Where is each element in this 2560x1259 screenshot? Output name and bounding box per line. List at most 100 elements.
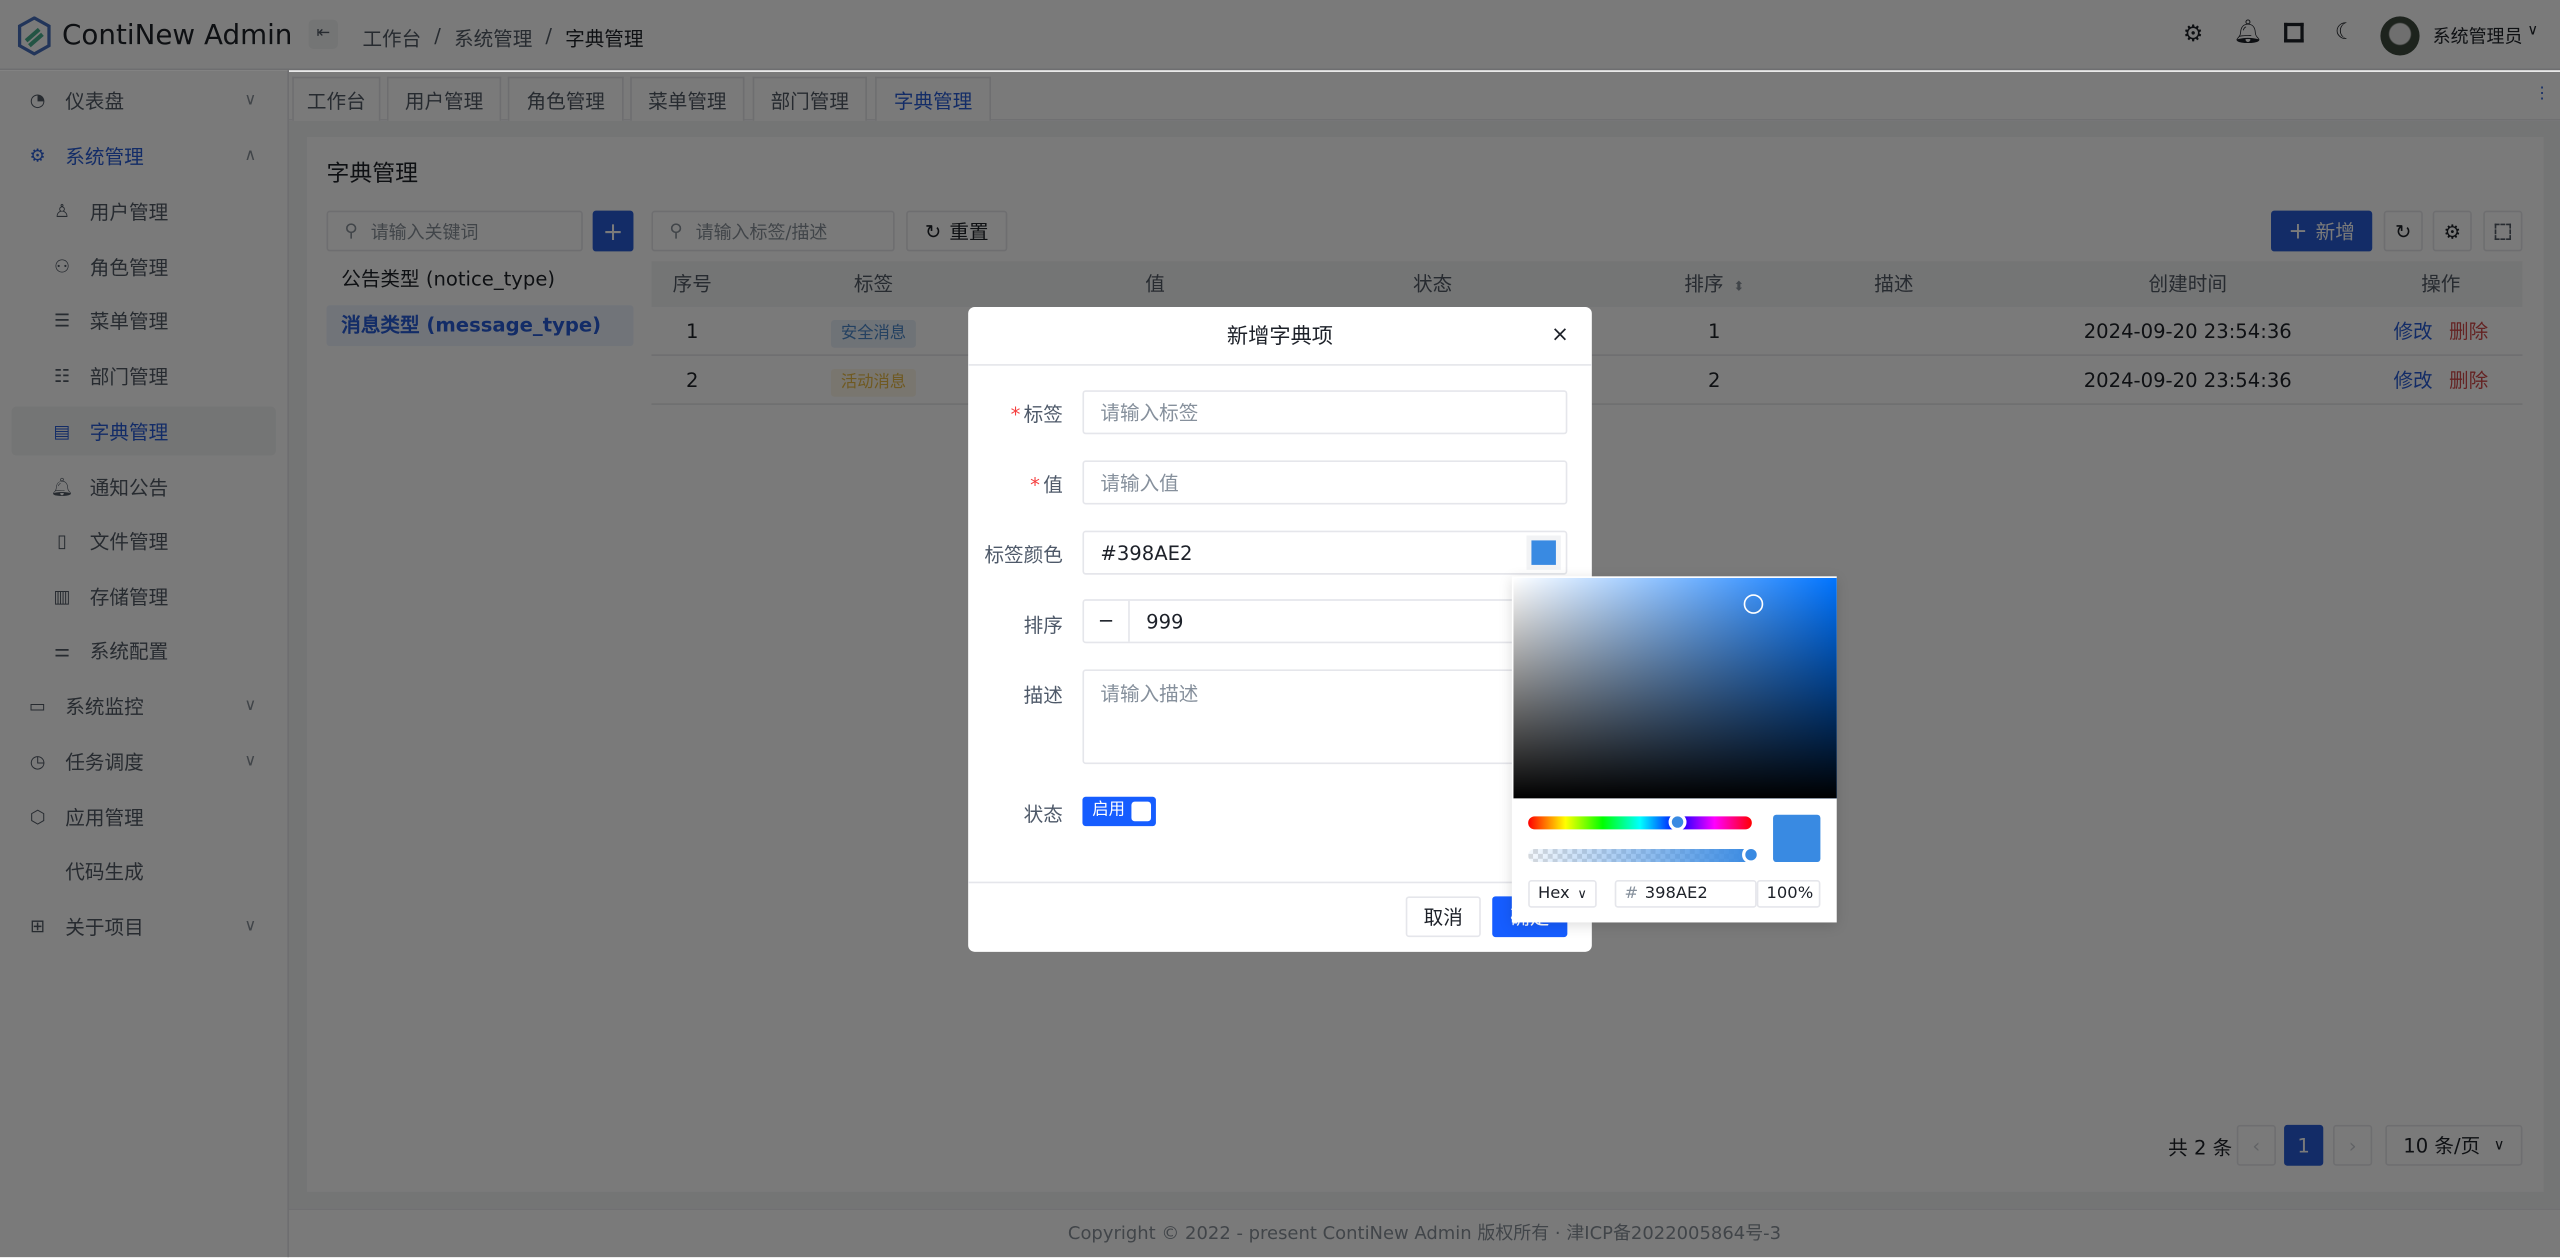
- pagination-total: 共 2 条: [2168, 1136, 2233, 1160]
- sidebar-item-label: 系统配置: [89, 639, 169, 663]
- prev-page-button[interactable]: ‹: [2236, 1124, 2276, 1166]
- plus-icon: +: [2288, 217, 2308, 245]
- cancel-button[interactable]: 取消: [1405, 896, 1481, 938]
- sidebar-item-13[interactable]: ⬡ 应用管理: [11, 792, 275, 841]
- sidebar-item-label: 系统监控: [65, 694, 144, 718]
- gear-icon[interactable]: ⚙: [2183, 21, 2204, 47]
- column-header: 操作: [2421, 272, 2461, 296]
- add-item-button[interactable]: + 新增: [2271, 210, 2373, 252]
- sidebar-item-4[interactable]: ☰ 菜单管理: [11, 296, 275, 345]
- page-size-select[interactable]: 10 条/页 ∨: [2385, 1124, 2523, 1166]
- sidebar-item-6[interactable]: ▤ 字典管理: [11, 406, 276, 456]
- fullscreen-icon[interactable]: [2284, 22, 2304, 43]
- dict-list-item[interactable]: 消息类型 (message_type): [326, 305, 634, 347]
- dict-list-item[interactable]: 公告类型 (notice_type): [327, 260, 634, 301]
- close-icon[interactable]: ×: [1551, 323, 1569, 347]
- chevron-down-icon: ∨: [1577, 886, 1587, 902]
- add-dict-button[interactable]: +: [592, 210, 634, 252]
- chevron-up-icon: ∧: [244, 146, 257, 165]
- user-name[interactable]: 系统管理员: [2433, 23, 2523, 49]
- hue-thumb[interactable]: [1668, 813, 1687, 832]
- status-toggle[interactable]: 启用: [1082, 796, 1156, 827]
- sidebar-item-14[interactable]: 代码生成: [11, 846, 275, 895]
- sidebar-item-5[interactable]: ☷ 部门管理: [11, 351, 275, 400]
- sidebar-item-10[interactable]: ⚌ 系统配置: [11, 625, 275, 674]
- alpha-thumb[interactable]: [1742, 845, 1760, 864]
- avatar[interactable]: [2380, 16, 2420, 56]
- alpha-slider[interactable]: [1528, 845, 1760, 864]
- next-page-button[interactable]: ›: [2333, 1124, 2373, 1166]
- sidebar-item-label: 通知公告: [89, 475, 169, 499]
- saturation-cursor[interactable]: [1743, 594, 1764, 614]
- item-search-input[interactable]: ⚲ 请输入标签/描述: [651, 210, 895, 252]
- sidebar-item-0[interactable]: ◔ 仪表盘 ∨: [11, 75, 275, 124]
- modal-title: 新增字典项: [968, 307, 1592, 366]
- monitor-icon: ▭: [29, 694, 47, 716]
- color-input[interactable]: #398AE2: [1082, 530, 1568, 575]
- hue-slider[interactable]: [1528, 813, 1752, 832]
- desc-textarea[interactable]: 请输入描述: [1082, 669, 1568, 765]
- moon-icon[interactable]: ☾: [2335, 20, 2356, 46]
- chevron-down-icon: ∨: [2493, 1137, 2505, 1154]
- column-settings-button[interactable]: ⚙: [2432, 210, 2472, 252]
- sidebar-item-label: 系统管理: [65, 144, 144, 168]
- column-header: 值: [1145, 272, 1165, 296]
- sidebar-item-8[interactable]: ▯ 文件管理: [11, 516, 275, 565]
- breadcrumb-item[interactable]: 系统管理: [454, 24, 532, 52]
- logo[interactable]: ContiNew Admin: [16, 16, 292, 56]
- fullscreen-button[interactable]: [2483, 210, 2523, 252]
- status-field-label: 状态: [1023, 803, 1063, 827]
- delete-link[interactable]: 删除: [2449, 320, 2488, 343]
- tab-1[interactable]: 用户管理: [386, 76, 502, 121]
- sidebar-item-9[interactable]: ▥ 存储管理: [11, 571, 275, 620]
- color-preview: [1773, 814, 1821, 863]
- fullscreen-icon: [2494, 222, 2512, 240]
- color-picker-popup: Hex ∨ #398AE2 100%: [1511, 576, 1837, 923]
- refresh-icon: ↻: [2395, 219, 2412, 243]
- chevron-down-icon[interactable]: ∨: [2527, 23, 2538, 39]
- cell-index: 2: [685, 368, 699, 392]
- sidebar-item-12[interactable]: ◷ 任务调度 ∨: [11, 736, 275, 785]
- collapse-sidebar-button[interactable]: ⇤: [308, 19, 338, 49]
- storage-icon: ▥: [53, 585, 71, 607]
- format-select[interactable]: Hex ∨: [1528, 879, 1597, 908]
- tab-bar: 工作台 用户管理 角色管理 菜单管理 部门管理 字典管理 ⋮: [288, 71, 2560, 121]
- saturation-panel[interactable]: [1513, 577, 1837, 799]
- sidebar-item-3[interactable]: ⚇ 角色管理: [11, 242, 275, 291]
- sidebar-item-15[interactable]: ⊞ 关于项目 ∨: [11, 901, 275, 950]
- tab-5[interactable]: 字典管理: [875, 76, 992, 121]
- value-input[interactable]: 请输入值: [1082, 460, 1568, 505]
- edit-link[interactable]: 修改: [2393, 369, 2432, 392]
- refresh-button[interactable]: ↻: [2383, 210, 2423, 252]
- label-input[interactable]: 请输入标签: [1082, 390, 1568, 435]
- tab-0[interactable]: 工作台: [292, 76, 381, 121]
- edit-link[interactable]: 修改: [2393, 320, 2432, 343]
- user-icon: ♙: [53, 199, 71, 222]
- sidebar-item-label: 代码生成: [65, 859, 144, 883]
- sidebar-item-11[interactable]: ▭ 系统监控 ∨: [11, 681, 275, 730]
- plus-icon: +: [602, 216, 624, 246]
- page-1-button[interactable]: 1: [2284, 1124, 2324, 1166]
- sidebar-item-7[interactable]: 🔔︎ 通知公告: [11, 462, 275, 511]
- alpha-input[interactable]: 100%: [1756, 879, 1821, 908]
- sort-input[interactable]: − 999: [1082, 599, 1568, 644]
- breadcrumb-item[interactable]: 工作台: [362, 24, 421, 52]
- tab-4[interactable]: 部门管理: [752, 76, 867, 121]
- sidebar-item-2[interactable]: ♙ 用户管理: [11, 186, 275, 235]
- color-swatch-button[interactable]: [1526, 535, 1561, 570]
- cell-created: 2024-09-20 23:54:36: [2083, 368, 2292, 392]
- delete-link[interactable]: 删除: [2449, 369, 2488, 392]
- dict-search-input[interactable]: ⚲ 请输入关键词: [326, 210, 583, 252]
- footer: Copyright © 2022 - present ContiNew Admi…: [288, 1208, 2560, 1258]
- more-icon[interactable]: ⋮: [2534, 85, 2550, 103]
- chevron-down-icon: ∨: [244, 696, 257, 715]
- chevron-down-icon: ∨: [244, 751, 257, 770]
- tab-3[interactable]: 菜单管理: [630, 76, 745, 121]
- tab-2[interactable]: 角色管理: [507, 76, 624, 121]
- column-header[interactable]: 排序 ⬍: [1616, 261, 1812, 307]
- hex-input[interactable]: #398AE2: [1614, 879, 1757, 908]
- minus-button[interactable]: −: [1084, 600, 1130, 642]
- reset-button[interactable]: ↻ 重置: [906, 210, 1008, 252]
- sidebar-item-1[interactable]: ⚙ 系统管理 ∧: [11, 131, 275, 180]
- bell-icon[interactable]: 🔔︎: [2233, 20, 2262, 46]
